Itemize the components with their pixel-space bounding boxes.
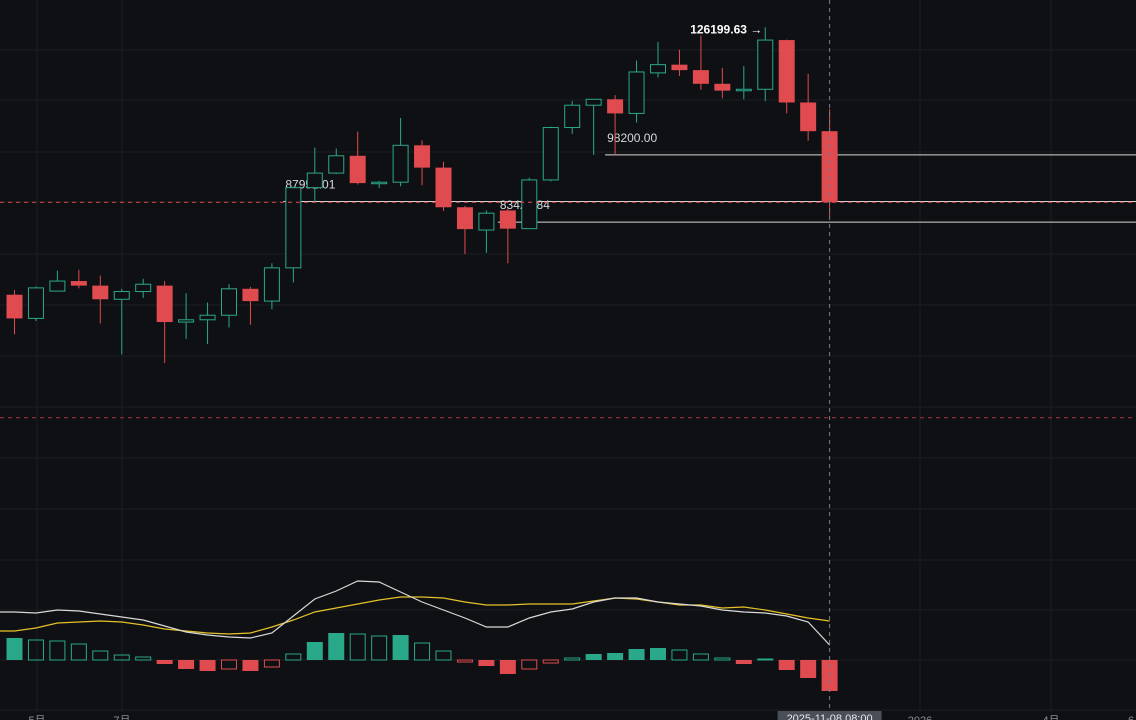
histogram-bar-34[interactable] bbox=[735, 660, 752, 664]
candle-body-34[interactable] bbox=[735, 88, 752, 92]
candle-body-23[interactable] bbox=[499, 210, 516, 229]
candle-body-19[interactable] bbox=[414, 145, 431, 168]
x-axis-tick-4: 6 bbox=[1128, 715, 1134, 720]
histogram-bar-22[interactable] bbox=[478, 660, 495, 666]
candle-body-15[interactable] bbox=[328, 155, 345, 174]
histogram-bar-36[interactable] bbox=[778, 660, 795, 670]
histogram-bar-14[interactable] bbox=[306, 642, 323, 660]
histogram-bar-7[interactable] bbox=[156, 660, 173, 664]
candle-body-22[interactable] bbox=[478, 212, 495, 231]
candle-body-18[interactable] bbox=[392, 144, 409, 183]
x-axis-tick-2: 2026 bbox=[908, 715, 932, 720]
candle-body-25[interactable] bbox=[542, 127, 559, 181]
candle-body-16[interactable] bbox=[349, 155, 366, 184]
histogram-bar-18[interactable] bbox=[392, 635, 409, 660]
trading-chart[interactable]: 98200.0087952.0183423.84126199.63 →5月7月2… bbox=[0, 0, 1136, 720]
candle-body-36[interactable] bbox=[778, 40, 795, 103]
candle-body-12[interactable] bbox=[263, 267, 280, 302]
candle-body-10[interactable] bbox=[221, 288, 237, 316]
candle-body-7[interactable] bbox=[156, 285, 173, 323]
candle-body-0[interactable] bbox=[6, 294, 23, 319]
high-annotation: 126199.63 → bbox=[690, 22, 762, 36]
candle-body-5[interactable] bbox=[113, 291, 130, 300]
histogram-bar-35[interactable] bbox=[757, 658, 774, 661]
x-axis-tick-3: 4月 bbox=[1042, 715, 1059, 720]
candle-body-11[interactable] bbox=[242, 288, 259, 302]
histogram-bar-28[interactable] bbox=[607, 653, 624, 660]
candle-body-27[interactable] bbox=[585, 98, 602, 106]
candle-body-13[interactable] bbox=[285, 187, 302, 269]
candle-body-17[interactable] bbox=[371, 181, 388, 185]
histogram-bar-27[interactable] bbox=[585, 654, 602, 660]
candle-body-9[interactable] bbox=[199, 314, 216, 321]
histogram-bar-30[interactable] bbox=[650, 648, 666, 660]
candle-body-14[interactable] bbox=[306, 172, 323, 189]
crosshair-time-label: 2025-11-08 08:00 bbox=[787, 713, 873, 720]
histogram-bar-9[interactable] bbox=[199, 660, 216, 671]
candle-body-4[interactable] bbox=[92, 285, 109, 300]
candle-body-30[interactable] bbox=[650, 64, 666, 74]
candle-body-8[interactable] bbox=[178, 319, 195, 323]
candle-body-20[interactable] bbox=[435, 167, 452, 208]
candle-body-37[interactable] bbox=[800, 102, 817, 132]
candle-body-26[interactable] bbox=[564, 104, 581, 129]
candle-body-38[interactable] bbox=[821, 131, 838, 203]
candle-body-6[interactable] bbox=[135, 283, 152, 293]
histogram-bar-29[interactable] bbox=[628, 649, 645, 660]
candle-body-28[interactable] bbox=[607, 99, 624, 114]
histogram-bar-11[interactable] bbox=[242, 660, 259, 671]
candle-body-31[interactable] bbox=[671, 64, 688, 71]
candle-body-35[interactable] bbox=[757, 39, 774, 90]
histogram-bar-15[interactable] bbox=[328, 633, 345, 660]
chart-canvas[interactable]: 98200.0087952.0183423.84126199.63 →5月7月2… bbox=[0, 0, 1136, 720]
candle-body-2[interactable] bbox=[49, 280, 66, 292]
histogram-bar-8[interactable] bbox=[178, 660, 195, 669]
candle-body-1[interactable] bbox=[27, 287, 44, 319]
candle-body-24[interactable] bbox=[521, 179, 538, 230]
histogram-bar-0[interactable] bbox=[6, 638, 23, 660]
candle-body-3[interactable] bbox=[70, 281, 87, 286]
candle-body-33[interactable] bbox=[714, 83, 731, 91]
candle-body-29[interactable] bbox=[628, 71, 645, 114]
candle-body-21[interactable] bbox=[456, 207, 473, 230]
histogram-bar-23[interactable] bbox=[499, 660, 516, 674]
x-axis-tick-1: 7月 bbox=[113, 715, 130, 720]
candle-body-32[interactable] bbox=[692, 70, 709, 84]
histogram-bar-37[interactable] bbox=[800, 660, 817, 678]
x-axis-tick-0: 5月 bbox=[28, 715, 45, 720]
